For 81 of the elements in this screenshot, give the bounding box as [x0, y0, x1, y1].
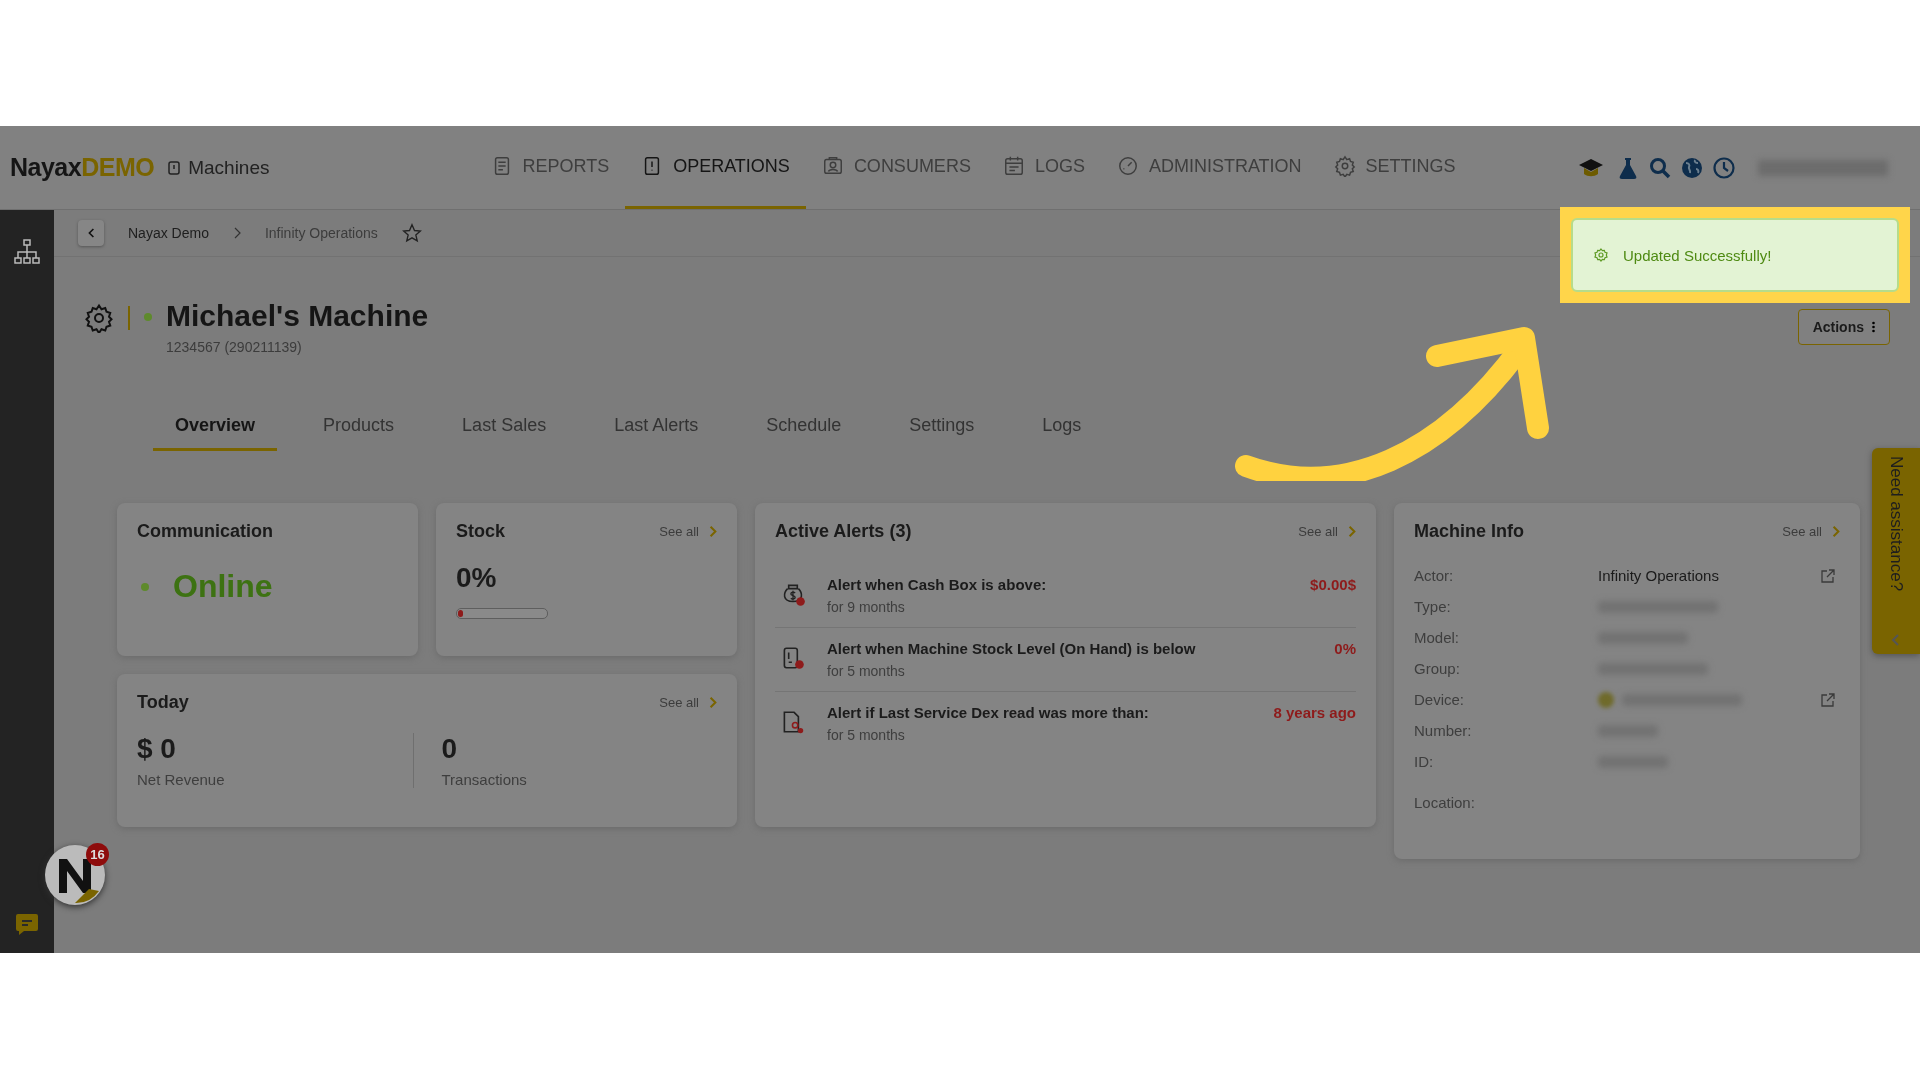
blurred-status-dot [1598, 691, 1614, 708]
external-link-icon[interactable] [1820, 567, 1836, 584]
breadcrumb-link[interactable]: Infinity Operations [264, 225, 378, 241]
chevron-left-icon [87, 227, 95, 239]
transactions-value: 0 [441, 733, 459, 765]
tab[interactable]: Products [301, 403, 417, 451]
nav-tab[interactable]: CONSUMERS [805, 126, 987, 209]
search-icon[interactable] [1648, 155, 1672, 180]
field-label: Type: [1414, 597, 1452, 617]
tab[interactable]: Logs [1020, 403, 1104, 451]
alert-duration: for 5 months [827, 727, 906, 743]
calendar-icon [1002, 155, 1025, 177]
chevron-icon [1348, 525, 1356, 538]
tab[interactable]: Last Alerts [592, 403, 721, 451]
see-all-link[interactable]: See all [1782, 524, 1840, 539]
actions-button[interactable]: Actions [1797, 309, 1890, 345]
nav-tab[interactable]: LOGS [986, 126, 1101, 209]
card-title: Stock [456, 521, 506, 542]
alert-value: 8 years ago [1273, 704, 1356, 721]
stat-label: Transactions [441, 771, 528, 788]
nav-tab[interactable]: OPERATIONS [625, 126, 806, 209]
stat-label: Net Revenue [137, 771, 226, 788]
see-all-link[interactable]: See all [659, 524, 717, 539]
globe-icon[interactable] [1680, 155, 1704, 180]
tab[interactable]: Last Sales [440, 403, 569, 451]
revenue-value: $ 0 [137, 733, 177, 765]
alert-value: $0.00$ [1310, 576, 1356, 593]
alert-title: Alert when Machine Stock Level (On Hand) is below [827, 640, 1197, 657]
see-all-link[interactable]: See all [659, 695, 717, 710]
tab[interactable]: Settings [887, 403, 997, 451]
chevron-left-icon [1891, 634, 1901, 646]
hierarchy-icon[interactable] [13, 238, 41, 266]
nav-tab[interactable]: SETTINGS [1317, 126, 1472, 209]
alert-duration: for 9 months [827, 599, 906, 615]
logo[interactable]: NayaxDEMO [10, 153, 155, 182]
star-icon[interactable] [401, 223, 422, 243]
gauge-icon [1116, 155, 1139, 177]
see-all-link[interactable]: See all [1298, 524, 1356, 539]
notification-badge: 16 [86, 843, 109, 866]
field-label: Model: [1414, 628, 1461, 648]
alert-duration: for 5 months [827, 663, 906, 679]
tab[interactable]: Overview [153, 403, 278, 451]
card-title: Active Alerts (3) [775, 521, 912, 542]
field-label: ID: [1414, 752, 1435, 772]
alert-title: Alert when Cash Box is above: [827, 576, 1048, 593]
nav-tab[interactable]: ADMINISTRATION [1100, 126, 1318, 209]
tablet-icon [168, 160, 181, 175]
machine-name: Michael's Machine [166, 299, 429, 333]
connection-status: Online [173, 568, 273, 605]
chevron-icon [709, 525, 717, 538]
external-link-icon[interactable] [1820, 691, 1836, 708]
card-title: Machine Info [1414, 521, 1524, 542]
nav-tab[interactable]: REPORTS [474, 126, 626, 209]
toast-message: Updated Successfully! [1623, 246, 1772, 264]
field-label: Location: [1414, 793, 1476, 813]
tab[interactable]: Schedule [744, 403, 864, 451]
chevron-icon [1832, 525, 1840, 538]
chat-icon[interactable] [14, 911, 40, 937]
field-label: Device: [1414, 690, 1466, 710]
field-label: Actor: [1414, 566, 1455, 586]
field-label: Group: [1414, 659, 1461, 679]
breadcrumb-link[interactable]: Nayax Demo [128, 225, 209, 241]
back-button[interactable] [78, 220, 104, 246]
more-icon [1872, 321, 1875, 333]
settings-icon[interactable] [84, 303, 114, 333]
clock-icon[interactable] [1712, 155, 1736, 180]
machine-id: 1234567 (290211139) [166, 339, 303, 355]
settings-icon [1593, 247, 1609, 263]
help-tab[interactable]: Need assistance? [1872, 448, 1920, 654]
card-title: Today [137, 692, 189, 713]
stock-percent: 0% [456, 562, 498, 594]
chevron-icon [709, 696, 717, 709]
section-title: Machines [188, 156, 270, 179]
settings-icon [1333, 155, 1356, 177]
field-label: Number: [1414, 721, 1473, 741]
field-value: Infinity Operations [1598, 567, 1719, 584]
id-card-icon [821, 155, 844, 177]
alert-value: 0% [1334, 640, 1356, 657]
alert-title: Alert if Last Service Dex read was more than: [827, 704, 1150, 721]
card-title: Communication [137, 521, 274, 542]
chevron-icon [232, 227, 241, 239]
